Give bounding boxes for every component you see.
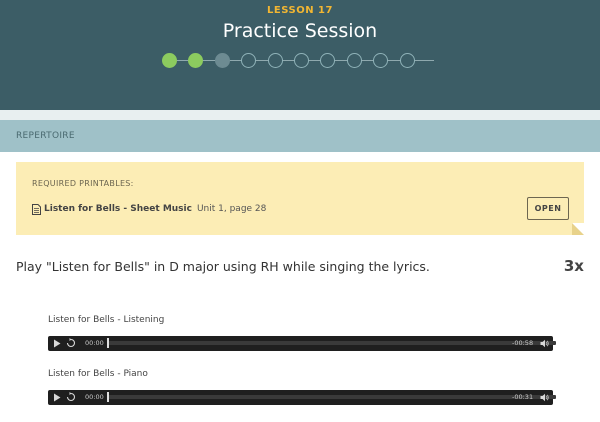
remaining-time: -00:58 <box>512 339 534 347</box>
progress-step-3 <box>214 53 230 68</box>
progress-step-5 <box>267 53 283 68</box>
printable-title-link[interactable]: Listen for Bells - Sheet Music <box>44 204 192 214</box>
current-time: 00:00 <box>85 393 104 401</box>
audio-label: Listen for Bells - Piano <box>48 369 148 379</box>
seek-handle[interactable] <box>107 392 109 402</box>
required-printables-note: REQUIRED PRINTABLES: Listen for Bells - … <box>16 162 584 235</box>
current-time: 00:00 <box>85 339 104 347</box>
play-icon[interactable] <box>53 339 61 348</box>
header-divider <box>0 110 600 120</box>
seek-bar[interactable] <box>108 341 556 345</box>
rewind-icon[interactable] <box>66 392 76 402</box>
seek-handle[interactable] <box>107 338 109 348</box>
progress-step-7 <box>320 53 336 68</box>
progress-step-9 <box>373 53 389 68</box>
exercise-instruction: Play "Listen for Bells" in D major using… <box>16 259 430 274</box>
progress-step-8 <box>346 53 362 68</box>
repetitions-count: 3x <box>563 257 584 275</box>
seek-bar[interactable] <box>108 395 556 399</box>
printable-item: Listen for Bells - Sheet Music Unit 1, p… <box>32 202 266 216</box>
section-bar: REPERTOIRE <box>0 120 600 152</box>
printable-reference: Unit 1, page 28 <box>196 204 267 214</box>
page-fold-corner <box>572 223 584 235</box>
volume-icon[interactable] <box>540 393 549 402</box>
audio-player: 00:00 -00:31 <box>48 390 556 405</box>
progress-step-1 <box>162 53 177 68</box>
rewind-icon[interactable] <box>66 338 76 348</box>
progress-step-10 <box>399 53 415 68</box>
section-title: REPERTOIRE <box>16 131 75 141</box>
open-button[interactable]: OPEN <box>527 197 569 220</box>
progress-step-6 <box>294 53 309 68</box>
step-progress <box>162 53 442 69</box>
progress-step-2 <box>188 53 204 68</box>
progress-step-4 <box>241 53 257 68</box>
practice-session-page: LESSON 17 Practice Session REPERTOIRE RE… <box>0 0 600 422</box>
lesson-label: LESSON 17 <box>267 5 333 16</box>
lesson-header: LESSON 17 Practice Session <box>0 0 600 110</box>
audio-player: 00:00 -00:58 <box>48 336 556 351</box>
play-icon[interactable] <box>53 393 61 402</box>
printables-label: REQUIRED PRINTABLES: <box>32 179 134 188</box>
document-icon <box>32 203 41 215</box>
audio-label: Listen for Bells - Listening <box>48 315 165 325</box>
page-title: Practice Session <box>222 20 378 42</box>
remaining-time: -00:31 <box>512 393 534 401</box>
volume-icon[interactable] <box>540 339 549 348</box>
